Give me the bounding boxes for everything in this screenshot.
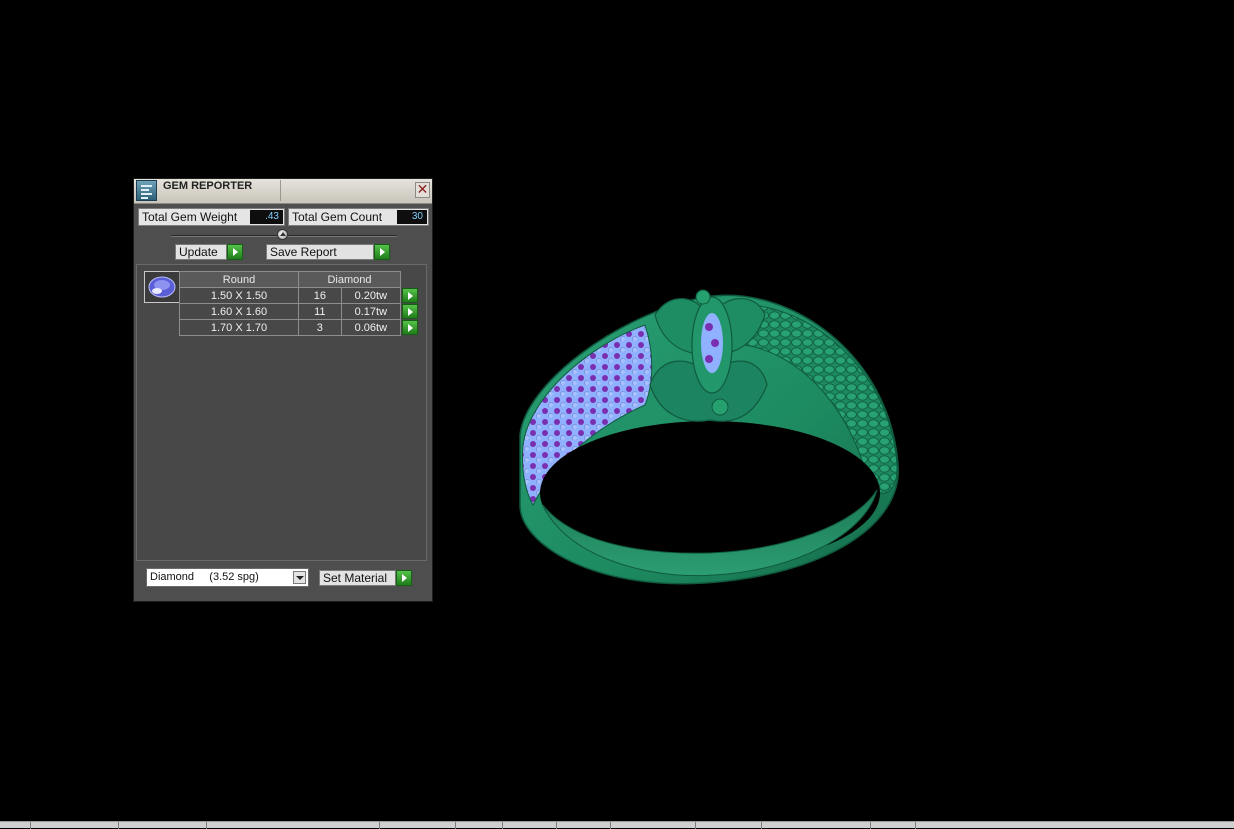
- update-button[interactable]: Update: [175, 244, 227, 260]
- close-icon: ✕: [416, 181, 429, 197]
- material-select[interactable]: Diamond (3.52 spg): [146, 568, 309, 587]
- row-go-arrow-icon[interactable]: [402, 320, 418, 335]
- total-gem-weight-field: Total Gem Weight .43: [138, 208, 285, 226]
- save-report-go-arrow-icon[interactable]: [374, 244, 390, 260]
- table-row[interactable]: 1.50 X 1.50 16 0.20tw: [179, 287, 419, 304]
- material-select-value: Diamond (3.52 spg): [150, 571, 259, 583]
- gem-size-cell: 1.70 X 1.70: [179, 319, 299, 336]
- gem-weight-cell: 0.20tw: [340, 287, 402, 304]
- round-diamond-thumbnail[interactable]: [144, 271, 180, 303]
- total-gem-weight-label: Total Gem Weight: [142, 210, 238, 224]
- total-gem-count-field: Total Gem Count 30: [288, 208, 429, 226]
- update-go-arrow-icon[interactable]: [227, 244, 243, 260]
- gem-count-cell: 3: [298, 319, 342, 336]
- gem-table: Round Diamond 1.50 X 1.50 16 0.20tw 1.60…: [179, 271, 419, 336]
- total-gem-count-label: Total Gem Count: [292, 210, 383, 224]
- row-go-arrow-icon[interactable]: [402, 288, 418, 303]
- gem-size-cell: 1.60 X 1.60: [179, 303, 299, 320]
- row-go-arrow-icon[interactable]: [402, 304, 418, 319]
- set-material-button[interactable]: Set Material: [319, 570, 396, 586]
- round-gem-icon: [148, 276, 176, 298]
- gem-reporter-window: GEM REPORTER ✕ Total Gem Weight .43 Tota…: [133, 178, 433, 602]
- title-separator: [280, 180, 281, 201]
- set-material-go-arrow-icon[interactable]: [396, 570, 412, 586]
- title-bar[interactable]: GEM REPORTER ✕: [134, 179, 432, 204]
- header-round: Round: [179, 271, 299, 288]
- ring-3d-viewport[interactable]: [505, 275, 915, 600]
- total-gem-weight-value: .43: [250, 210, 283, 224]
- ring-model: [519, 289, 899, 585]
- save-report-button[interactable]: Save Report: [266, 244, 374, 260]
- gem-weight-cell: 0.17tw: [340, 303, 402, 320]
- table-row[interactable]: 1.60 X 1.60 11 0.17tw: [179, 303, 419, 320]
- set-material-button-label: Set Material: [323, 571, 388, 585]
- gem-count-cell: 11: [298, 303, 342, 320]
- gem-size-cell: 1.50 X 1.50: [179, 287, 299, 304]
- gem-list-panel: Round Diamond 1.50 X 1.50 16 0.20tw 1.60…: [136, 264, 427, 561]
- save-report-button-label: Save Report: [270, 245, 337, 259]
- collapse-handle[interactable]: [277, 229, 288, 240]
- chevron-down-icon[interactable]: [293, 571, 306, 584]
- gem-count-cell: 16: [298, 287, 342, 304]
- gem-weight-cell: 0.06tw: [340, 319, 402, 336]
- status-bar: [0, 821, 1234, 829]
- gem-reporter-app-icon: [136, 180, 157, 201]
- header-diamond: Diamond: [298, 271, 401, 288]
- update-button-label: Update: [179, 245, 218, 259]
- close-button[interactable]: ✕: [415, 182, 430, 198]
- table-header-row: Round Diamond: [179, 271, 419, 288]
- table-row[interactable]: 1.70 X 1.70 3 0.06tw: [179, 319, 419, 336]
- window-title: GEM REPORTER: [163, 180, 253, 192]
- total-gem-count-value: 30: [397, 210, 427, 224]
